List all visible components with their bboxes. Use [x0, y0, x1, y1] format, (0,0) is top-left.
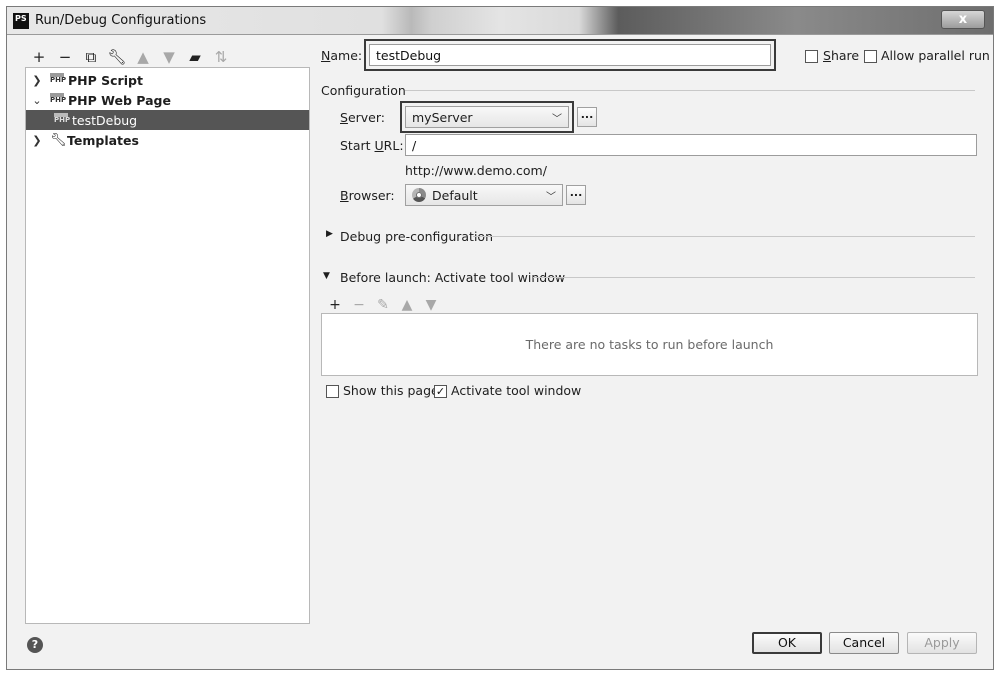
tree-item-templates[interactable]: ❯ 🔧︎ Templates [26, 130, 309, 150]
tree-item-label: PHP Web Page [68, 92, 171, 108]
php-icon: PHP [50, 93, 66, 107]
configuration-divider [405, 90, 975, 91]
before-launch-label[interactable]: Before launch: Activate tool window [340, 270, 565, 285]
allow-parallel-checkbox[interactable] [864, 50, 877, 63]
remove-icon[interactable]: − [53, 47, 77, 67]
window-title: Run/Debug Configurations [35, 13, 207, 28]
add-icon[interactable]: + [27, 47, 51, 67]
tree-item-label: PHP Script [68, 72, 143, 88]
expand-right-icon[interactable]: ▶ [326, 229, 333, 239]
start-url-input[interactable] [405, 134, 977, 156]
share-label: Share [823, 48, 860, 63]
no-tasks-text: There are no tasks to run before launch [525, 337, 774, 352]
configuration-tree: ❯ PHP PHP Script ⌄ PHP PHP Web Page PHP … [25, 67, 310, 624]
before-launch-task-list: There are no tasks to run before launch [321, 313, 978, 376]
wrench-icon: 🔧︎ [50, 132, 67, 148]
move-task-up-icon[interactable]: ▲ [397, 295, 417, 315]
debug-divider [473, 236, 975, 237]
chevron-down-icon[interactable]: ⌄ [30, 94, 44, 107]
folder-icon[interactable]: ▰ [183, 47, 207, 67]
name-input[interactable] [369, 44, 771, 66]
browser-label: Browser: [340, 188, 395, 203]
name-label-rest: ame: [330, 48, 363, 63]
tree-item-testdebug[interactable]: PHP testDebug [26, 110, 309, 130]
tree-item-php-web-page[interactable]: ⌄ PHP PHP Web Page [26, 90, 309, 110]
show-page-label: Show this page [343, 383, 439, 398]
move-task-down-icon[interactable]: ▼ [421, 295, 441, 315]
copy-icon[interactable]: ⧉ [79, 47, 103, 67]
browser-value: Default [432, 187, 478, 203]
move-up-icon[interactable]: ▲ [131, 47, 155, 67]
php-icon: PHP [54, 113, 70, 127]
chrome-icon [412, 188, 426, 202]
help-icon[interactable]: ? [27, 637, 43, 653]
left-toolbar: + − ⧉ 🔧︎ ▲ ▼ ▰ ⇅ [27, 47, 233, 67]
wrench-icon[interactable]: 🔧︎ [105, 47, 129, 67]
activate-tool-label: Activate tool window [451, 383, 582, 398]
server-browse-button[interactable]: ... [577, 107, 597, 127]
sort-icon[interactable]: ⇅ [209, 47, 233, 67]
chevron-down-icon: ﹀ [546, 192, 556, 203]
chevron-down-icon: ﹀ [552, 114, 562, 125]
move-down-icon[interactable]: ▼ [157, 47, 181, 67]
apply-button[interactable]: Apply [907, 632, 977, 654]
activate-tool-checkbox[interactable]: ✓ [434, 385, 447, 398]
start-url-label: Start URL: [340, 138, 404, 153]
run-debug-dialog: PS Run/Debug Configurations x + − ⧉ 🔧︎ ▲… [6, 6, 994, 670]
close-button[interactable]: x [941, 10, 985, 29]
collapse-down-icon[interactable]: ▼ [323, 271, 330, 281]
task-toolbar: + − ✎ ▲ ▼ [325, 295, 441, 315]
chevron-right-icon[interactable]: ❯ [30, 74, 44, 87]
php-icon: PHP [50, 73, 66, 87]
configuration-section-label: Configuration [321, 83, 406, 98]
debug-preconfig-label[interactable]: Debug pre-configuration [340, 229, 493, 244]
tree-item-php-script[interactable]: ❯ PHP PHP Script [26, 70, 309, 90]
server-label: Server: [340, 110, 385, 125]
cancel-button[interactable]: Cancel [829, 632, 899, 654]
server-select[interactable]: myServer ﹀ [405, 106, 569, 128]
name-label: Name: [321, 48, 363, 63]
show-page-checkbox[interactable] [326, 385, 339, 398]
tree-item-label: testDebug [72, 112, 138, 128]
server-value: myServer [412, 109, 473, 125]
ok-button[interactable]: OK [752, 632, 822, 654]
title-bar: PS Run/Debug Configurations x [7, 7, 993, 35]
before-launch-divider [533, 277, 975, 278]
browser-select[interactable]: Default ﹀ [405, 184, 563, 206]
tree-item-label: Templates [67, 132, 139, 148]
browser-browse-button[interactable]: ... [566, 185, 586, 205]
remove-task-icon[interactable]: − [349, 295, 369, 315]
share-checkbox[interactable] [805, 50, 818, 63]
chevron-right-icon[interactable]: ❯ [30, 134, 44, 147]
edit-task-icon[interactable]: ✎ [373, 295, 393, 315]
url-hint: http://www.demo.com/ [405, 163, 547, 178]
allow-parallel-label: Allow parallel run [881, 48, 990, 63]
phpstorm-logo-icon: PS [13, 13, 29, 29]
add-task-icon[interactable]: + [325, 295, 345, 315]
